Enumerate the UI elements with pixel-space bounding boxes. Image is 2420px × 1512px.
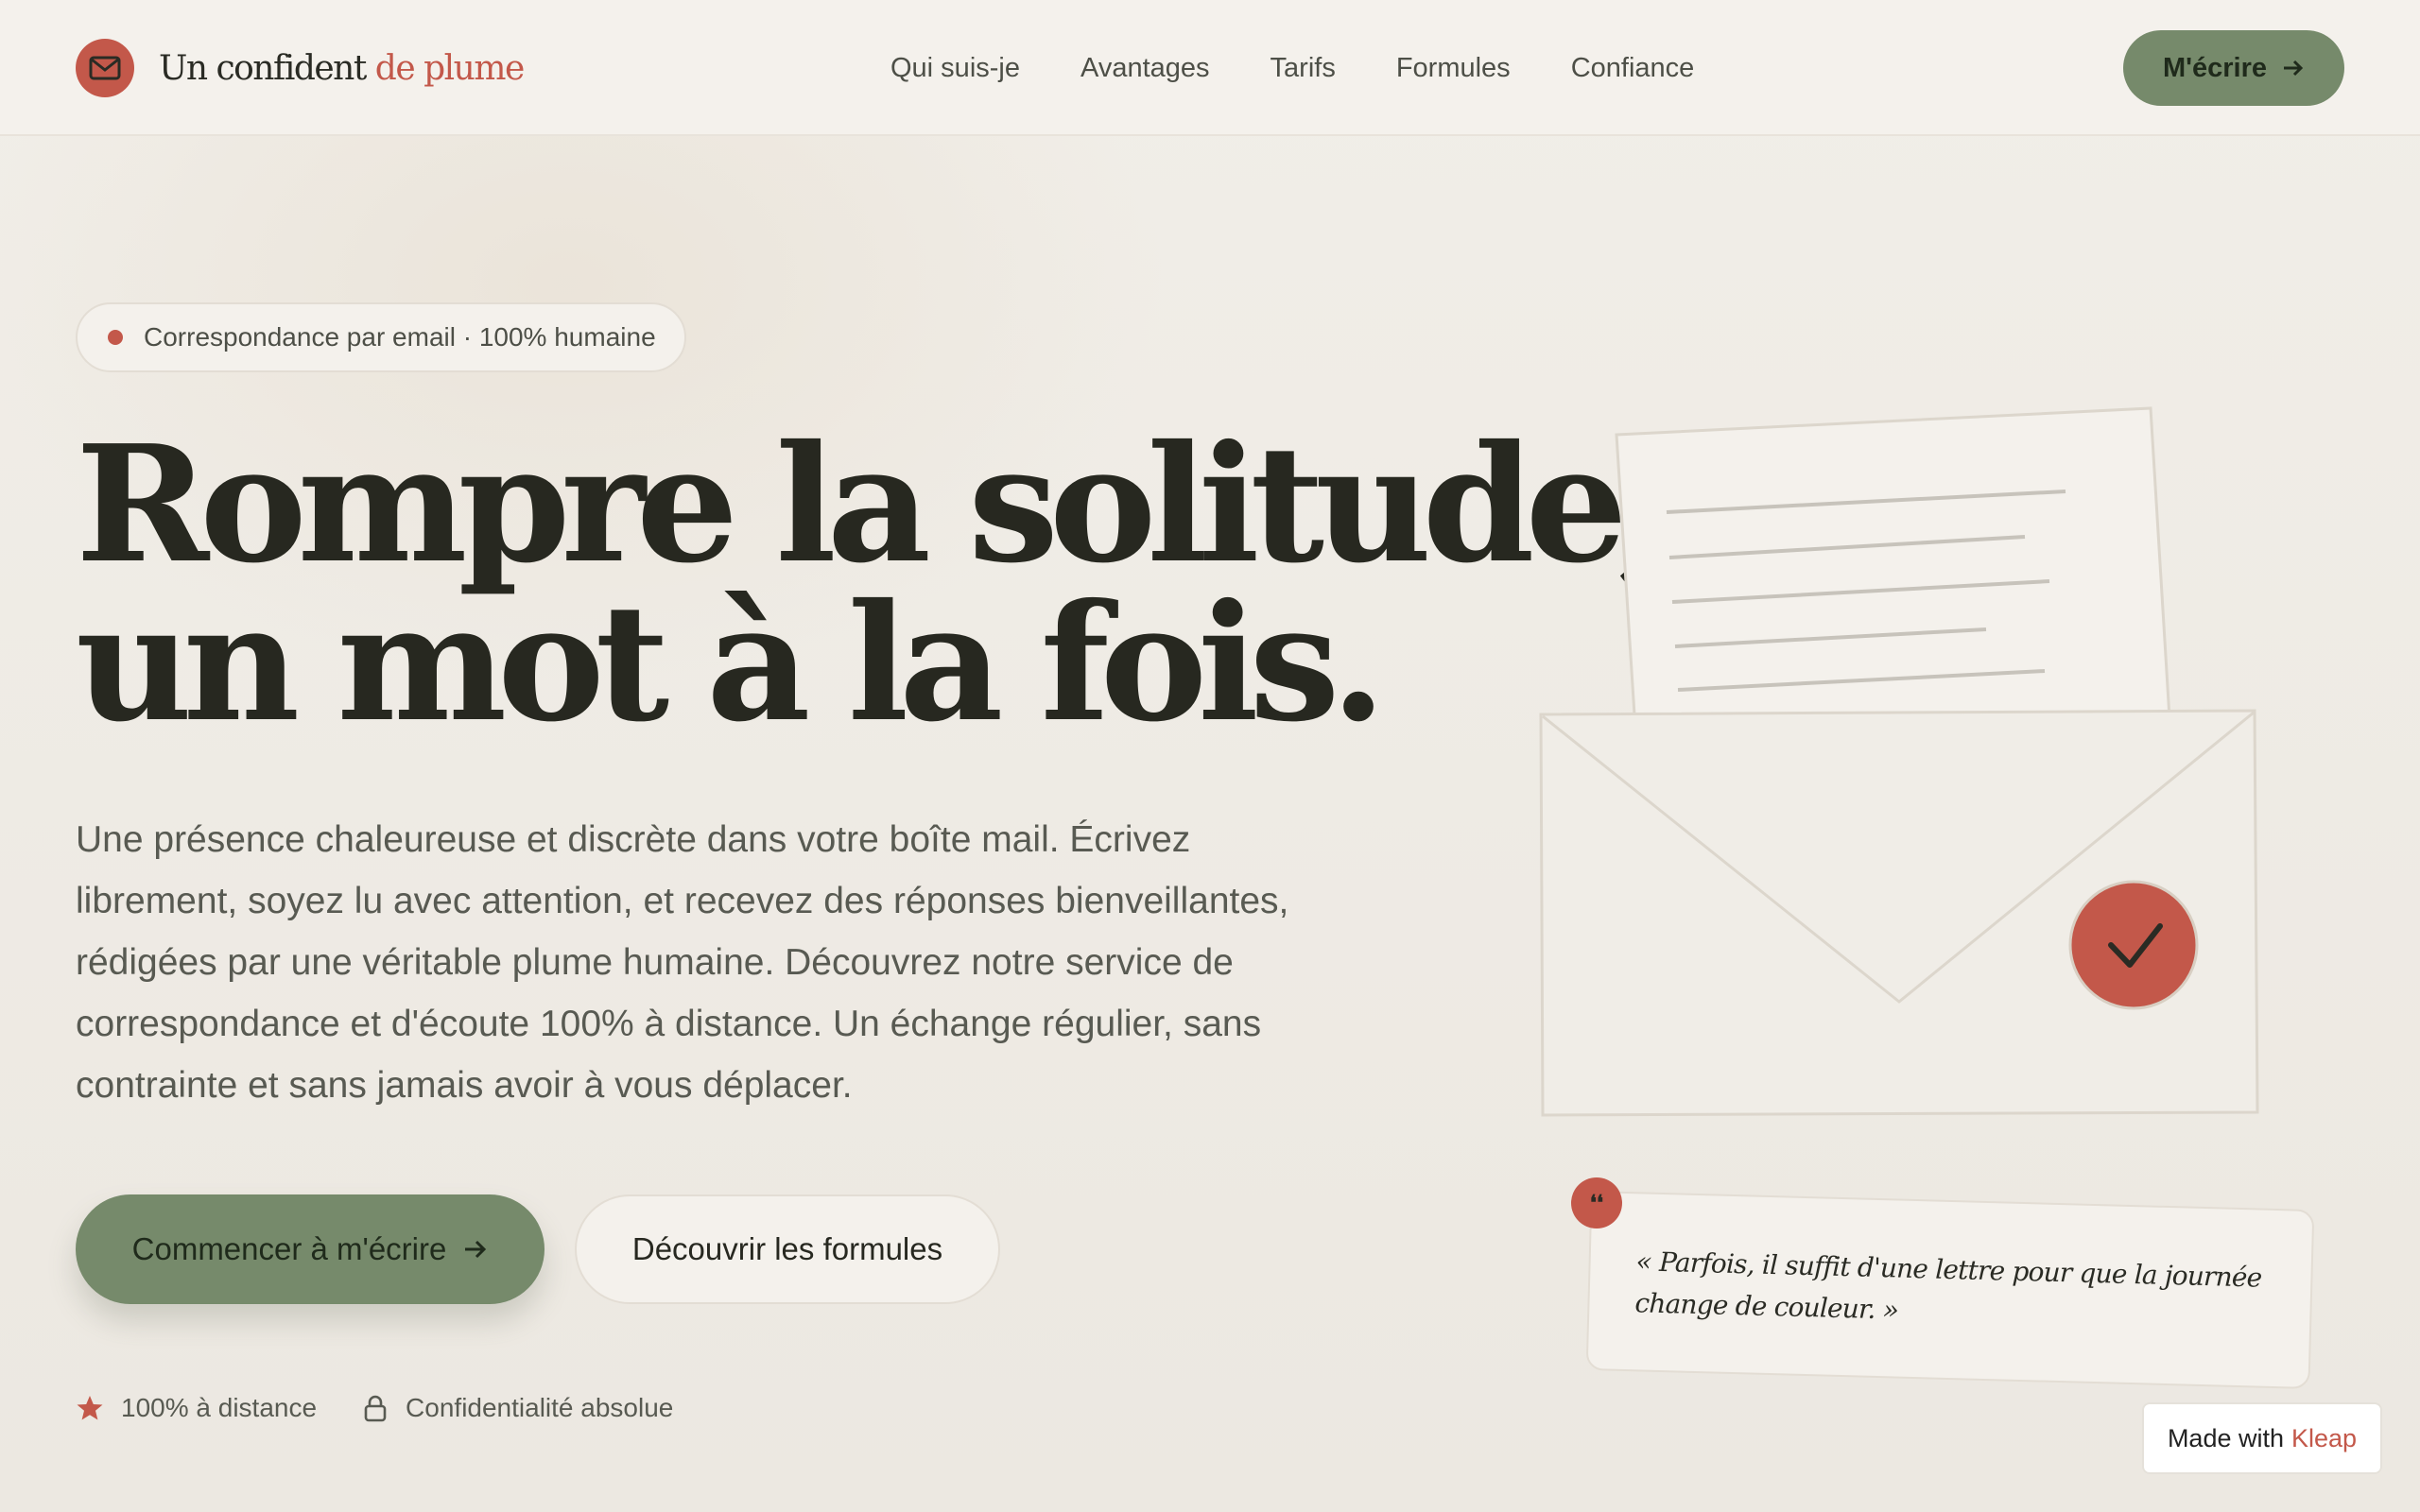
site-logo[interactable]: Un confident de plume (76, 38, 525, 98)
quote-icon: ❛❛ (1571, 1177, 1622, 1228)
trust-item-distance: 100% à distance (76, 1393, 317, 1423)
logo-main-text: Un confident (159, 48, 367, 88)
start-writing-label: Commencer à m'écrire (131, 1231, 447, 1266)
nav-tarifs[interactable]: Tarifs (1270, 49, 1336, 87)
start-writing-button[interactable]: Commencer à m'écrire (76, 1194, 544, 1304)
status-dot (108, 330, 123, 345)
made-with-brand: Kleap (2291, 1423, 2358, 1452)
envelope-icon (76, 39, 134, 97)
site-header: Un confident de plume Qui suis-je Avanta… (0, 0, 2420, 136)
letter-icon (1615, 406, 2171, 731)
check-icon (2068, 880, 2199, 1010)
quote-text: « Parfois, il suffit d'une lettre pour q… (1634, 1246, 2262, 1326)
write-me-label: M'écrire (2162, 52, 2268, 83)
hero-description: Une présence chaleureuse et discrète dan… (76, 819, 1289, 1106)
trust-label-confidentiality: Confidentialité absolue (406, 1393, 674, 1422)
trust-item-confidentiality: Confidentialité absolue (362, 1393, 673, 1423)
nav-formules[interactable]: Formules (1396, 49, 1511, 87)
nav-avantages[interactable]: Avantages (1080, 49, 1210, 87)
quote-card: « Parfois, il suffit d'une lettre pour q… (1585, 1191, 2315, 1389)
hero-headline: Rompre la solitude, un mot à la fois. (76, 410, 1674, 758)
hero-badge: Correspondance par email · 100% humaine (76, 302, 686, 372)
arrow-right-icon (465, 1240, 487, 1259)
hero-badge-label: Correspondance par email · 100% humaine (144, 322, 656, 352)
made-with-badge[interactable]: Made with Kleap (2142, 1402, 2382, 1474)
envelope-illustration (1539, 406, 2259, 1117)
main-nav: Qui suis-je Avantages Tarifs Formules Co… (890, 49, 1694, 87)
lock-icon (364, 1395, 387, 1422)
nav-confiance[interactable]: Confiance (1571, 49, 1695, 87)
logo-accent-text: de plume (374, 48, 525, 88)
trust-indicators: 100% à distance Confidentialité absolue (76, 1393, 673, 1423)
trust-label-distance: 100% à distance (121, 1393, 318, 1422)
star-icon (77, 1396, 103, 1420)
discover-plans-label: Découvrir les formules (631, 1231, 943, 1266)
nav-qui-suis-je[interactable]: Qui suis-je (890, 49, 1020, 87)
made-with-prefix: Made with (2167, 1423, 2284, 1452)
headline-line-2: un mot à la fois. (76, 569, 1387, 758)
logo-wordmark: Un confident de plume (159, 48, 525, 88)
write-me-button[interactable]: M'écrire (2123, 30, 2344, 106)
discover-plans-button[interactable]: Découvrir les formules (575, 1194, 1000, 1304)
arrow-right-icon (2284, 60, 2304, 77)
headline-line-1: Rompre la solitude, (76, 410, 1674, 599)
